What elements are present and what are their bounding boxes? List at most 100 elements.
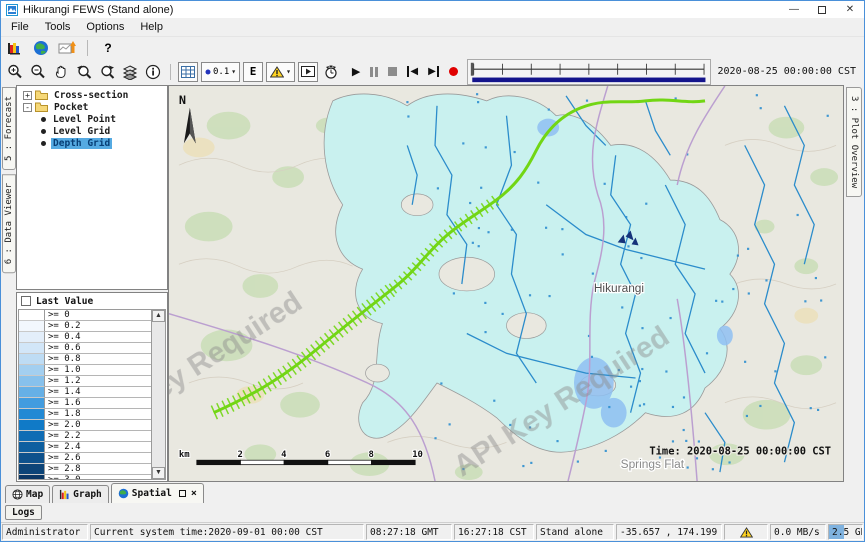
help-button[interactable]: ? bbox=[98, 38, 118, 58]
stop-button[interactable] bbox=[388, 67, 397, 76]
step-forward-button[interactable]: ▶ bbox=[428, 66, 439, 77]
side-tab-plot-overview[interactable]: 3 : Plot Overview bbox=[846, 87, 862, 197]
legend-row: >= 2.0 bbox=[19, 420, 151, 431]
map-time-label: Time: 2020-08-25 00:00:00 CST bbox=[649, 445, 831, 457]
tab-label: Map bbox=[26, 489, 43, 500]
pan-button[interactable] bbox=[51, 62, 71, 82]
tree-item-depth-grid[interactable]: Depth Grid bbox=[17, 137, 167, 149]
map-toolbar: 0.1 ▾ E ▾ ▶ ◀ ▶ 2020-08-25 00:00:00 CST bbox=[1, 58, 864, 85]
side-tab-data-viewer[interactable]: 6 : Data Viewer bbox=[2, 174, 16, 273]
database-explorer-button[interactable] bbox=[5, 38, 25, 58]
bar-chart-icon bbox=[59, 489, 70, 500]
animation-window-button[interactable] bbox=[298, 62, 318, 82]
chart-arrow-icon bbox=[58, 40, 76, 56]
legend-label: >= 3.0 bbox=[45, 475, 151, 479]
app-logo-icon bbox=[6, 4, 18, 16]
menu-file[interactable]: File bbox=[3, 19, 37, 35]
map-canvas[interactable]: API Key Required API Key Required Hikura… bbox=[169, 86, 843, 481]
tree-item-level-grid[interactable]: Level Grid bbox=[17, 125, 167, 137]
tree-item-pocket[interactable]: -Pocket bbox=[17, 101, 167, 113]
time-slider[interactable] bbox=[467, 59, 711, 85]
expand-icon[interactable]: + bbox=[23, 91, 32, 100]
tab-close-icon[interactable]: × bbox=[191, 488, 197, 499]
labels-toggle-button[interactable]: E bbox=[243, 62, 263, 82]
scroll-down-icon[interactable]: ▼ bbox=[152, 467, 165, 479]
play-button[interactable]: ▶ bbox=[352, 65, 360, 78]
zoom-in-button[interactable] bbox=[5, 62, 25, 82]
legend-list: >= 0>= 0.2>= 0.4>= 0.6>= 0.8>= 1.0>= 1.2… bbox=[19, 310, 151, 479]
tab-maximize-icon[interactable] bbox=[179, 490, 186, 497]
app-window: Hikurangi FEWS (Stand alone) — ✕ FileToo… bbox=[0, 0, 865, 542]
grid-display-button[interactable] bbox=[178, 62, 198, 82]
scale-tick-label: 10 bbox=[412, 450, 423, 460]
map-viewport[interactable]: API Key Required API Key Required Hikura… bbox=[168, 85, 844, 482]
legend-swatch bbox=[19, 332, 45, 343]
close-button[interactable]: ✕ bbox=[836, 1, 864, 18]
zoom-out-button[interactable] bbox=[28, 62, 48, 82]
layers-button[interactable] bbox=[120, 62, 140, 82]
left-tab-strip: 5 : Forecast 6 : Data Viewer bbox=[1, 85, 16, 482]
side-tab-forecast[interactable]: 5 : Forecast bbox=[2, 87, 16, 170]
contour-threshold-dropdown[interactable]: 0.1 ▾ bbox=[201, 62, 240, 82]
status-bar: AdministratorCurrent system time:2020-09… bbox=[1, 522, 864, 541]
minimize-button[interactable]: — bbox=[780, 1, 808, 18]
zoom-previous-button[interactable] bbox=[74, 62, 94, 82]
scale-tick-label: 4 bbox=[281, 450, 286, 460]
legend-row: >= 1.8 bbox=[19, 409, 151, 420]
legend-swatch bbox=[19, 343, 45, 354]
animation-settings-button[interactable] bbox=[321, 62, 341, 82]
legend-label: >= 0.4 bbox=[45, 332, 151, 343]
legend-swatch bbox=[19, 398, 45, 409]
legend-row: >= 2.4 bbox=[19, 442, 151, 453]
record-button[interactable] bbox=[449, 67, 458, 76]
menu-help[interactable]: Help bbox=[132, 19, 171, 35]
spatial-display-button[interactable] bbox=[57, 38, 77, 58]
last-value-checkbox[interactable] bbox=[21, 296, 31, 306]
info-button[interactable] bbox=[143, 62, 163, 82]
bullet-icon bbox=[41, 129, 46, 134]
collapse-icon[interactable]: - bbox=[23, 103, 32, 112]
animation-transport: ▶ ◀ ▶ bbox=[352, 65, 458, 78]
bullet-icon bbox=[41, 141, 46, 146]
status-cell-2-5-gb: 2.5 GB bbox=[828, 524, 863, 540]
legend-row: >= 0 bbox=[19, 310, 151, 321]
tree-item-level-point[interactable]: Level Point bbox=[17, 113, 167, 125]
time-slider-track[interactable] bbox=[468, 60, 710, 84]
menu-tools[interactable]: Tools bbox=[37, 19, 79, 35]
tree-item-label: Cross-section bbox=[52, 90, 130, 101]
legend-swatch bbox=[19, 354, 45, 365]
legend-swatch bbox=[19, 464, 45, 475]
menu-options[interactable]: Options bbox=[78, 19, 132, 35]
scale-tick-label: 8 bbox=[369, 450, 374, 460]
menu-bar: FileToolsOptionsHelp bbox=[1, 18, 864, 36]
toolbar-separator bbox=[170, 64, 171, 80]
tab-map[interactable]: Map bbox=[5, 485, 50, 503]
legend-swatch bbox=[19, 409, 45, 420]
thresholds-warning-dropdown[interactable]: ▾ bbox=[266, 62, 295, 82]
legend-row: >= 0.6 bbox=[19, 343, 151, 354]
status-cell-35-657-174-199: -35.657 , 174.199 bbox=[616, 524, 722, 540]
legend-label: >= 1.4 bbox=[45, 387, 151, 398]
scale-segment bbox=[328, 460, 372, 464]
svg-text:km: km bbox=[179, 450, 190, 460]
folder-icon bbox=[35, 90, 48, 100]
timer-icon bbox=[323, 64, 339, 80]
legend-swatch bbox=[19, 310, 45, 321]
logs-row: Logs bbox=[1, 503, 864, 522]
legend-scrollbar[interactable]: ▲ ▼ bbox=[151, 310, 165, 479]
tab-spatial[interactable]: Spatial× bbox=[111, 483, 204, 503]
step-back-button[interactable]: ◀ bbox=[407, 66, 418, 77]
zoom-next-button[interactable] bbox=[97, 62, 117, 82]
legend-row: >= 1.2 bbox=[19, 376, 151, 387]
pause-button[interactable] bbox=[370, 67, 378, 77]
title-bar[interactable]: Hikurangi FEWS (Stand alone) — ✕ bbox=[1, 1, 864, 18]
scale-segment bbox=[240, 460, 284, 464]
legend-row: >= 2.6 bbox=[19, 453, 151, 464]
scroll-up-icon[interactable]: ▲ bbox=[152, 310, 165, 322]
logs-button[interactable]: Logs bbox=[5, 505, 42, 520]
tab-graph[interactable]: Graph bbox=[52, 485, 109, 503]
map-display-button[interactable] bbox=[31, 38, 51, 58]
tree-item-cross-section[interactable]: + Cross-section bbox=[17, 89, 167, 101]
maximize-button[interactable] bbox=[808, 1, 836, 18]
folder-icon bbox=[35, 102, 48, 112]
